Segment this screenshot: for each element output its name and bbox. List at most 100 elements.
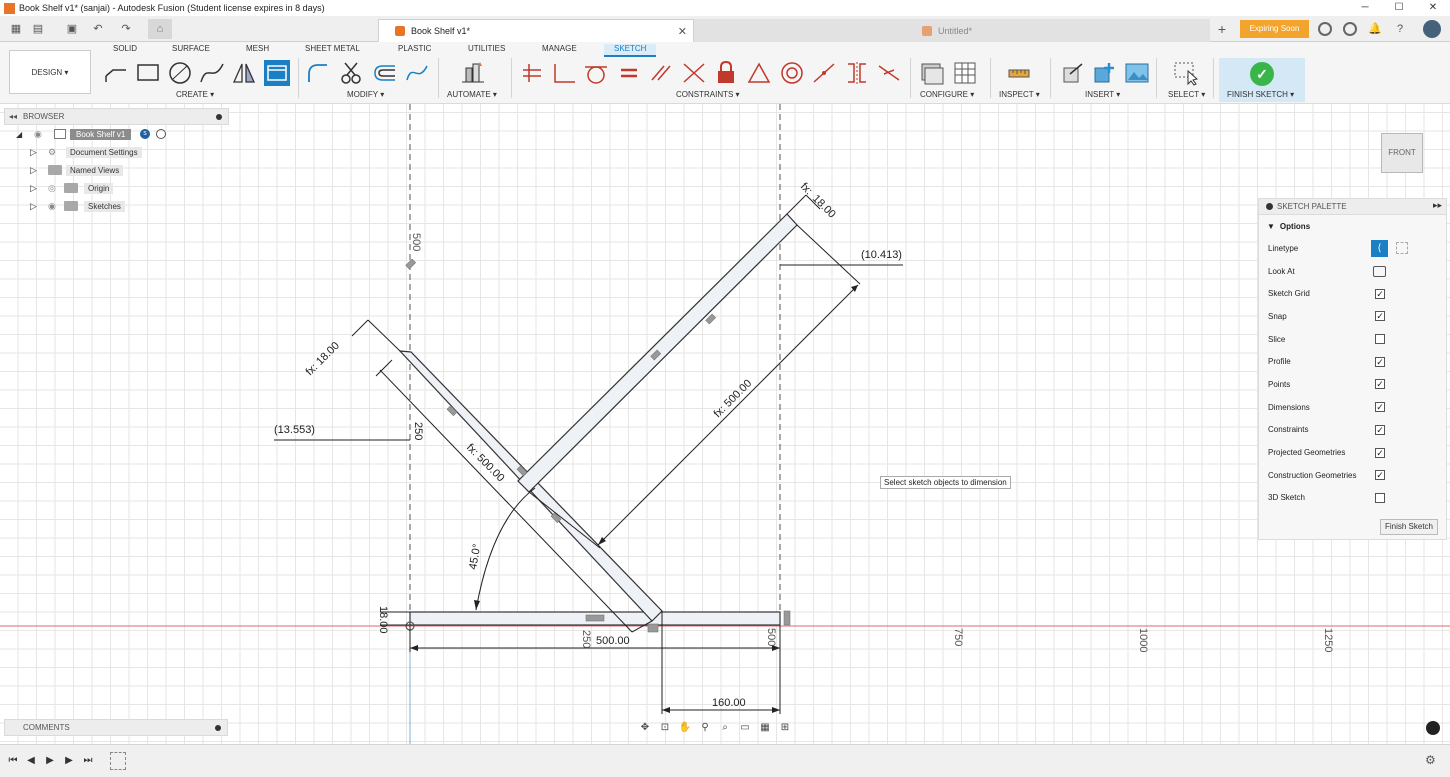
- view-cube[interactable]: FRONT: [1381, 133, 1423, 173]
- tree-root[interactable]: ◢ ◉ Book Shelf v1 s: [4, 125, 229, 143]
- eye-icon[interactable]: ◉: [34, 129, 42, 140]
- fix-icon[interactable]: [713, 60, 739, 86]
- camera-icon[interactable]: [1426, 721, 1440, 735]
- fit-icon[interactable]: ⌕: [716, 721, 734, 735]
- offset-icon[interactable]: [371, 60, 397, 86]
- look-at-icon[interactable]: ⊡: [656, 721, 674, 735]
- pan-icon[interactable]: ✋: [676, 721, 694, 735]
- fillet-icon[interactable]: [305, 60, 331, 86]
- dim-fx-top[interactable]: fx:: [798, 181, 815, 198]
- collinear-icon[interactable]: [811, 60, 837, 86]
- expiring-soon-button[interactable]: Expiring Soon: [1240, 20, 1309, 38]
- step-forward-icon[interactable]: ▶: [62, 754, 76, 768]
- tree-item-named-views[interactable]: ▷ Named Views: [4, 161, 229, 179]
- minimize-icon[interactable]: ─: [1348, 0, 1382, 16]
- tab-book-shelf[interactable]: Book Shelf v1* ✕: [378, 19, 694, 42]
- equal-icon[interactable]: [616, 60, 642, 86]
- centerline-linetype-icon[interactable]: [1396, 242, 1408, 255]
- select-window-icon[interactable]: [1173, 60, 1199, 86]
- palette-finish-sketch-button[interactable]: Finish Sketch: [1379, 519, 1438, 535]
- pin-icon[interactable]: [1266, 203, 1273, 210]
- pin-icon[interactable]: [216, 114, 222, 120]
- dim-160[interactable]: 160.00: [712, 697, 746, 709]
- constraints-checkbox[interactable]: ✓: [1375, 424, 1385, 435]
- configuration-table-icon[interactable]: [952, 60, 978, 86]
- inspect-menu[interactable]: INSPECT ▾: [999, 90, 1040, 99]
- curvature-icon[interactable]: [876, 60, 902, 86]
- expand-triangle-icon[interactable]: ▷: [30, 201, 37, 212]
- activate-radio[interactable]: [156, 129, 166, 139]
- play-icon[interactable]: ▶: [43, 754, 57, 768]
- collapse-triangle-icon[interactable]: ◢: [16, 130, 22, 139]
- horizontal-vertical-icon[interactable]: [519, 60, 545, 86]
- tab-mesh[interactable]: MESH: [246, 44, 269, 57]
- look-at-icon[interactable]: [1373, 265, 1386, 277]
- dim-10413[interactable]: (10.413): [861, 249, 902, 261]
- go-to-start-icon[interactable]: ⏮: [6, 754, 20, 768]
- save-icon[interactable]: ▣: [64, 21, 80, 37]
- grid-menu-icon[interactable]: ▦: [8, 21, 24, 37]
- tangent-icon[interactable]: [583, 60, 609, 86]
- profile-checkbox[interactable]: ✓: [1375, 356, 1385, 367]
- maximize-icon[interactable]: ☐: [1382, 0, 1416, 16]
- rectangle-icon[interactable]: [135, 60, 161, 86]
- line-icon[interactable]: [103, 60, 129, 86]
- tab-sketch[interactable]: SKETCH: [604, 44, 657, 57]
- dim-250[interactable]: 250: [412, 422, 424, 440]
- go-to-end-icon[interactable]: ⏭: [81, 754, 95, 768]
- trim-icon[interactable]: [338, 60, 364, 86]
- tree-item-sketches[interactable]: ▷ ◉ Sketches: [4, 197, 229, 215]
- tab-untitled[interactable]: Untitled*: [694, 19, 1210, 42]
- tab-close-icon[interactable]: ✕: [678, 25, 687, 38]
- pin-icon[interactable]: [215, 725, 221, 731]
- insert-canvas-icon[interactable]: [1124, 60, 1150, 86]
- file-icon[interactable]: ▤: [30, 21, 46, 37]
- eye-hidden-icon[interactable]: ◎: [48, 183, 56, 194]
- mirror-icon[interactable]: [231, 60, 257, 86]
- insert-derive-icon[interactable]: [1060, 60, 1086, 86]
- measure-icon[interactable]: [1006, 60, 1032, 86]
- spline-icon[interactable]: [199, 60, 225, 86]
- expand-triangle-icon[interactable]: ▷: [30, 183, 37, 194]
- dim-18-bottom[interactable]: 18.00: [377, 606, 389, 634]
- avatar[interactable]: [1423, 20, 1441, 38]
- browser-header[interactable]: ◂◂ BROWSER: [4, 108, 229, 125]
- sketch-scale-icon[interactable]: [404, 60, 430, 86]
- close-icon[interactable]: ✕: [1416, 0, 1450, 16]
- sketch-palette-header[interactable]: SKETCH PALETTE ▸▸: [1259, 199, 1446, 215]
- modify-menu[interactable]: MODIFY ▾: [347, 90, 384, 99]
- dim-13553[interactable]: (13.553): [274, 424, 315, 436]
- notifications-icon[interactable]: 🔔: [1367, 21, 1383, 37]
- grid-settings-icon[interactable]: ▦: [756, 721, 774, 735]
- dim-45-angle[interactable]: 45.0°: [467, 543, 483, 571]
- coincident-icon[interactable]: [681, 60, 707, 86]
- undo-icon[interactable]: ↶: [90, 21, 106, 37]
- projected-geometries-checkbox[interactable]: ✓: [1375, 447, 1385, 458]
- circle-icon[interactable]: [167, 60, 193, 86]
- tab-utilities[interactable]: UTILITIES: [468, 44, 505, 57]
- dim-18-top[interactable]: 18.00: [810, 193, 838, 221]
- dim-fx500-right[interactable]: fx: 500.00: [712, 377, 755, 420]
- 3d-sketch-checkbox[interactable]: [1375, 492, 1385, 503]
- sketch-grid-checkbox[interactable]: ✓: [1375, 288, 1385, 299]
- parallel-icon[interactable]: [648, 60, 674, 86]
- job-status-icon[interactable]: [1343, 22, 1357, 36]
- tab-surface[interactable]: SURFACE: [172, 44, 210, 57]
- design-workspace-button[interactable]: DESIGN ▾: [9, 50, 91, 94]
- perpendicular-icon[interactable]: [551, 60, 577, 86]
- midpoint-icon[interactable]: [746, 60, 772, 86]
- automate-menu[interactable]: AUTOMATE ▾: [447, 90, 497, 99]
- automate-icon[interactable]: [460, 60, 486, 86]
- concentric-icon[interactable]: [779, 60, 805, 86]
- timeline-sketch-feature[interactable]: [110, 752, 126, 770]
- eye-icon[interactable]: ◉: [48, 201, 56, 212]
- insert-menu[interactable]: INSERT ▾: [1085, 90, 1120, 99]
- help-icon[interactable]: ?: [1392, 21, 1408, 37]
- options-section-header[interactable]: ▼ Options: [1259, 215, 1446, 237]
- create-menu[interactable]: CREATE ▾: [176, 90, 214, 99]
- tab-plastic[interactable]: PLASTIC: [398, 44, 431, 57]
- insert-mesh-icon[interactable]: [1092, 60, 1118, 86]
- project-icon[interactable]: [264, 60, 290, 86]
- snap-checkbox[interactable]: ✓: [1375, 311, 1385, 322]
- construction-geometries-checkbox[interactable]: ✓: [1375, 470, 1385, 481]
